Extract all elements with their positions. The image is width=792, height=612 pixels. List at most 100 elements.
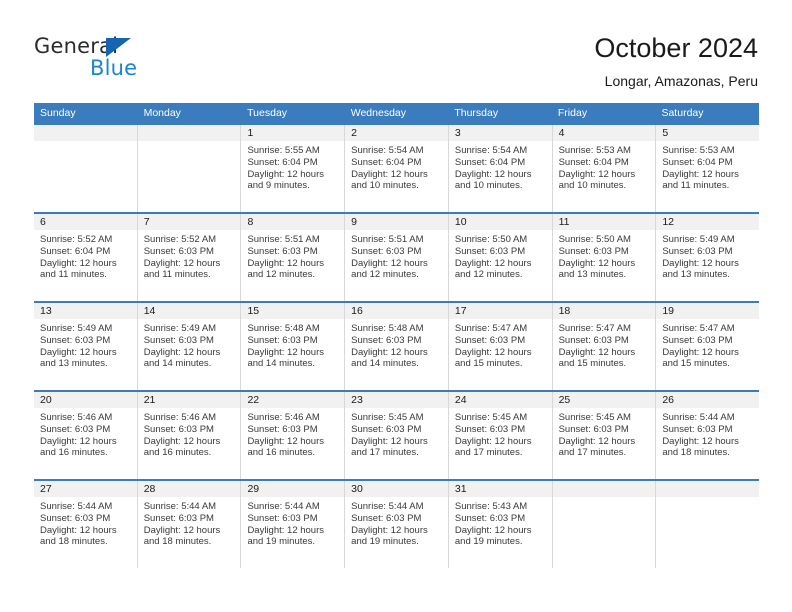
daylight-text-line1: Daylight: 12 hours: [40, 435, 117, 447]
day-details: Sunrise: 5:51 AM Sunset: 6:03 PM Daylight:…: [241, 230, 344, 281]
daylight-text-line1: Daylight: 12 hours: [454, 524, 532, 536]
daylight-text-line1: Daylight: 12 hours: [454, 346, 532, 358]
sunrise-text: Sunrise: 5:51 AM: [351, 234, 424, 245]
calendar-day-cell[interactable]: 18 Sunrise: 5:47 AM Sunset: 6:03 PM Dayligh…: [552, 303, 657, 390]
day-number: 11: [552, 214, 656, 230]
sunrise-text: Sunrise: 5:44 AM: [351, 501, 424, 512]
day-number: 20: [34, 392, 137, 408]
sunrise-text: Sunrise: 5:47 AM: [454, 323, 528, 334]
calendar-day-cell[interactable]: 27 Sunrise: 5:44 AM Sunset: 6:03 PM Dayligh…: [34, 481, 138, 568]
calendar-day-cell[interactable]: 12 Sunrise: 5:49 AM Sunset: 6:03 PM Dayligh…: [656, 214, 760, 301]
day-details: Sunrise: 5:48 AM Sunset: 6:03 PM Daylight:…: [241, 319, 344, 370]
calendar-day-cell[interactable]: 23 Sunrise: 5:45 AM Sunset: 6:03 PM Dayligh…: [345, 392, 449, 479]
daylight-text-line2: and 12 minutes.: [351, 269, 419, 281]
day-details: Sunrise: 5:44 AM Sunset: 6:03 PM Daylight:…: [138, 497, 241, 548]
day-number: [656, 481, 760, 497]
title-block: October 2024 Longar, Amazonas, Peru: [594, 32, 758, 90]
daylight-text-line2: and 16 minutes.: [247, 447, 316, 459]
calendar-day-cell[interactable]: 22 Sunrise: 5:46 AM Sunset: 6:03 PM Dayligh…: [241, 392, 346, 479]
sunset-text: Sunset: 6:03 PM: [247, 334, 318, 346]
calendar-day-cell[interactable]: 19 Sunrise: 5:47 AM Sunset: 6:03 PM Dayligh…: [656, 303, 760, 390]
calendar-day-cell-empty: [34, 125, 138, 212]
weekday-header-row: Sunday Monday Tuesday Wednesday Thursday…: [34, 103, 759, 123]
sunrise-text: Sunrise: 5:43 AM: [454, 501, 528, 512]
daylight-text-line2: and 13 minutes.: [40, 358, 108, 370]
calendar-day-cell[interactable]: 15 Sunrise: 5:48 AM Sunset: 6:03 PM Dayligh…: [241, 303, 346, 390]
calendar-day-cell[interactable]: 2 Sunrise: 5:54 AM Sunset: 6:04 PM Daylight…: [345, 125, 449, 212]
daylight-text-line2: and 16 minutes.: [40, 447, 108, 459]
calendar-day-cell[interactable]: 6 Sunrise: 5:52 AM Sunset: 6:04 PM Daylight…: [34, 214, 138, 301]
daylight-text-line1: Daylight: 12 hours: [143, 346, 221, 358]
daylight-text-line2: and 14 minutes.: [143, 358, 212, 370]
sunrise-text: Sunrise: 5:46 AM: [143, 412, 217, 423]
calendar-day-cell[interactable]: 11 Sunrise: 5:50 AM Sunset: 6:03 PM Dayligh…: [552, 214, 657, 301]
day-details: Sunrise: 5:44 AM Sunset: 6:03 PM Daylight:…: [34, 497, 137, 548]
calendar-day-cell[interactable]: 7 Sunrise: 5:52 AM Sunset: 6:03 PM Daylight…: [137, 214, 242, 301]
calendar-day-cell[interactable]: 8 Sunrise: 5:51 AM Sunset: 6:03 PM Daylight…: [241, 214, 346, 301]
calendar-day-cell[interactable]: 3 Sunrise: 5:54 AM Sunset: 6:04 PM Daylight…: [448, 125, 553, 212]
calendar-day-cell[interactable]: 26 Sunrise: 5:44 AM Sunset: 6:03 PM Dayligh…: [656, 392, 760, 479]
calendar-day-cell[interactable]: 4 Sunrise: 5:53 AM Sunset: 6:04 PM Daylight…: [552, 125, 657, 212]
daylight-text-line2: and 15 minutes.: [454, 358, 523, 370]
daylight-text-line2: and 10 minutes.: [351, 180, 419, 192]
calendar-weeks: 1 Sunrise: 5:55 AM Sunset: 6:04 PM Daylight…: [34, 123, 760, 568]
calendar-day-cell[interactable]: 20 Sunrise: 5:46 AM Sunset: 6:03 PM Dayligh…: [34, 392, 138, 479]
daylight-text-line2: and 14 minutes.: [351, 358, 419, 370]
calendar-day-cell[interactable]: 28 Sunrise: 5:44 AM Sunset: 6:03 PM Dayligh…: [137, 481, 242, 568]
daylight-text-line2: and 17 minutes.: [454, 447, 523, 459]
daylight-text-line2: and 15 minutes.: [662, 358, 730, 370]
calendar-day-cell[interactable]: 16 Sunrise: 5:48 AM Sunset: 6:03 PM Dayligh…: [345, 303, 449, 390]
calendar-day-cell[interactable]: 5 Sunrise: 5:53 AM Sunset: 6:04 PM Daylight…: [656, 125, 760, 212]
day-details: Sunrise: 5:43 AM Sunset: 6:03 PM Daylight:…: [449, 497, 552, 548]
sunset-text: Sunset: 6:03 PM: [662, 245, 733, 257]
weekday-header-monday: Monday: [143, 107, 181, 119]
day-number: 22: [241, 392, 345, 408]
calendar-day-cell[interactable]: 9 Sunrise: 5:51 AM Sunset: 6:03 PM Daylight…: [345, 214, 449, 301]
day-number: 5: [656, 125, 760, 141]
sunset-text: Sunset: 6:04 PM: [662, 156, 733, 168]
calendar-day-cell[interactable]: 10 Sunrise: 5:50 AM Sunset: 6:03 PM Dayligh…: [448, 214, 553, 301]
calendar-day-cell[interactable]: 13 Sunrise: 5:49 AM Sunset: 6:03 PM Dayligh…: [34, 303, 138, 390]
calendar-day-cell-empty: [656, 481, 760, 568]
day-details: Sunrise: 5:51 AM Sunset: 6:03 PM Daylight:…: [345, 230, 448, 281]
calendar-day-cell[interactable]: 29 Sunrise: 5:44 AM Sunset: 6:03 PM Dayligh…: [241, 481, 346, 568]
calendar-day-cell[interactable]: 17 Sunrise: 5:47 AM Sunset: 6:03 PM Dayligh…: [448, 303, 553, 390]
day-number: 19: [656, 303, 760, 319]
sunset-text: Sunset: 6:03 PM: [247, 423, 318, 435]
sunset-text: Sunset: 6:03 PM: [558, 245, 629, 257]
calendar-week-row: 1 Sunrise: 5:55 AM Sunset: 6:04 PM Daylight…: [34, 123, 760, 212]
day-details: Sunrise: 5:47 AM Sunset: 6:03 PM Daylight:…: [449, 319, 552, 370]
calendar-day-cell[interactable]: 1 Sunrise: 5:55 AM Sunset: 6:04 PM Daylight…: [241, 125, 346, 212]
daylight-text-line2: and 18 minutes.: [40, 536, 108, 548]
day-details: Sunrise: 5:53 AM Sunset: 6:04 PM Daylight:…: [656, 141, 759, 192]
calendar-day-cell[interactable]: 30 Sunrise: 5:44 AM Sunset: 6:03 PM Dayligh…: [345, 481, 449, 568]
day-number: 25: [552, 392, 656, 408]
day-number: [137, 125, 241, 141]
calendar-day-cell[interactable]: 24 Sunrise: 5:45 AM Sunset: 6:03 PM Dayligh…: [448, 392, 553, 479]
sunrise-text: Sunrise: 5:44 AM: [662, 412, 735, 423]
daylight-text-line1: Daylight: 12 hours: [40, 257, 117, 269]
day-details: Sunrise: 5:49 AM Sunset: 6:03 PM Daylight:…: [138, 319, 241, 370]
calendar-day-cell[interactable]: 21 Sunrise: 5:46 AM Sunset: 6:03 PM Dayligh…: [137, 392, 242, 479]
sunset-text: Sunset: 6:03 PM: [662, 423, 733, 435]
sunrise-text: Sunrise: 5:46 AM: [247, 412, 320, 423]
day-details: Sunrise: 5:44 AM Sunset: 6:03 PM Daylight:…: [656, 408, 759, 459]
generalblue-logo[interactable]: General Blue: [34, 34, 234, 84]
weekday-header-wednesday: Wednesday: [350, 107, 406, 119]
sunset-text: Sunset: 6:04 PM: [351, 156, 422, 168]
daylight-text-line1: Daylight: 12 hours: [454, 257, 532, 269]
sunset-text: Sunset: 6:03 PM: [40, 423, 111, 435]
calendar-week-row: 27 Sunrise: 5:44 AM Sunset: 6:03 PM Dayligh…: [34, 479, 760, 568]
calendar-day-cell[interactable]: 25 Sunrise: 5:45 AM Sunset: 6:03 PM Dayligh…: [552, 392, 657, 479]
calendar-day-cell[interactable]: 14 Sunrise: 5:49 AM Sunset: 6:03 PM Dayligh…: [137, 303, 242, 390]
calendar-day-cell[interactable]: 31 Sunrise: 5:43 AM Sunset: 6:03 PM Dayligh…: [448, 481, 553, 568]
daylight-text-line1: Daylight: 12 hours: [662, 168, 739, 180]
sunrise-text: Sunrise: 5:47 AM: [662, 323, 735, 334]
daylight-text-line2: and 14 minutes.: [247, 358, 316, 370]
day-number: 21: [137, 392, 241, 408]
day-number: 24: [448, 392, 552, 408]
day-details: Sunrise: 5:49 AM Sunset: 6:03 PM Daylight:…: [656, 230, 759, 281]
page-subtitle: Longar, Amazonas, Peru: [604, 73, 758, 89]
sunset-text: Sunset: 6:03 PM: [351, 423, 422, 435]
daylight-text-line1: Daylight: 12 hours: [558, 257, 636, 269]
